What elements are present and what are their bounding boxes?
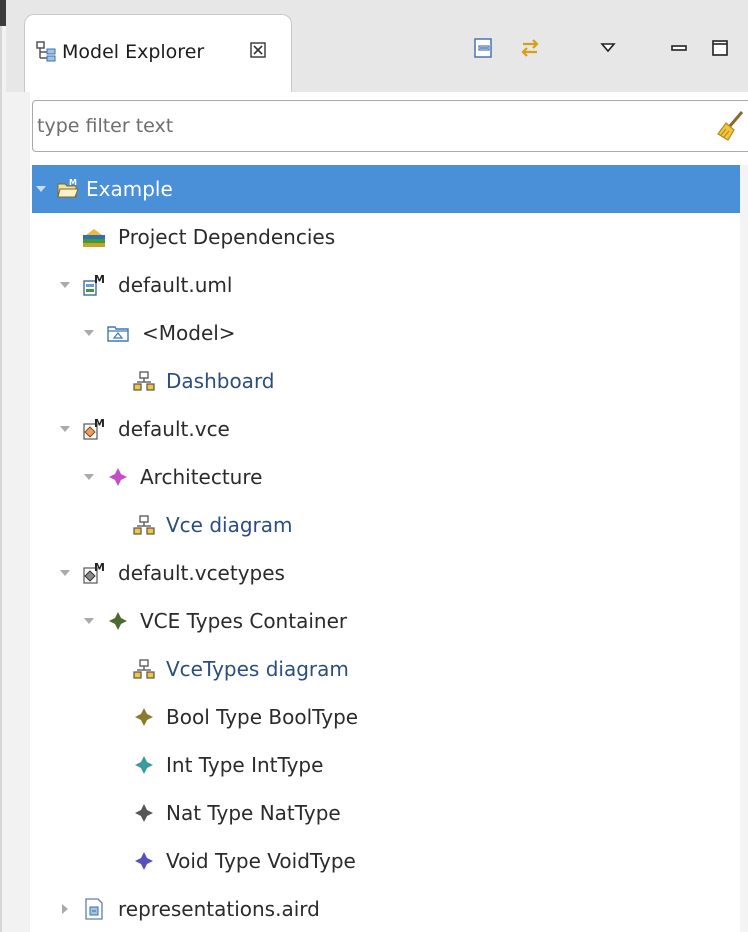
aird-file-icon <box>85 898 103 920</box>
library-icon <box>83 229 105 247</box>
tree-label: Void Type VoidType <box>166 849 356 873</box>
maximize-button[interactable] <box>706 34 734 62</box>
collapse-all-button[interactable] <box>470 34 498 62</box>
tree-row-default-uml[interactable]: M default.uml <box>32 261 748 309</box>
expanded-arrow-icon[interactable] <box>58 278 72 292</box>
tree-row-model[interactable]: <Model> <box>32 309 748 357</box>
diagram-icon <box>133 371 155 391</box>
collapse-all-icon <box>474 38 492 58</box>
project-folder-icon: M <box>57 178 79 198</box>
tree-label: Dashboard <box>166 369 275 393</box>
svg-text:M: M <box>94 273 105 286</box>
expanded-arrow-icon[interactable] <box>82 614 96 628</box>
maximize-icon <box>712 40 728 56</box>
tree-row-example[interactable]: M Example <box>32 165 748 213</box>
vcetypes-model-file-icon: M <box>83 561 105 584</box>
tree-label: VCE Types Container <box>140 609 348 633</box>
architecture-element-icon <box>109 468 127 486</box>
filter-input[interactable] <box>37 105 697 147</box>
nat-type-icon <box>135 804 153 822</box>
tree-label: representations.aird <box>118 897 320 921</box>
tree-row-default-vce[interactable]: M default.vce <box>32 405 748 453</box>
tree-row-nat-type[interactable]: Nat Type NatType <box>32 789 748 837</box>
void-type-icon <box>135 852 153 870</box>
left-border <box>0 26 2 932</box>
tree-row-bool-type[interactable]: Bool Type BoolType <box>32 693 748 741</box>
tree-label: Nat Type NatType <box>166 801 341 825</box>
broom-icon <box>717 111 744 141</box>
tree-row-architecture[interactable]: Architecture <box>32 453 748 501</box>
tree-label: Architecture <box>140 465 263 489</box>
diagram-icon <box>133 659 155 679</box>
svg-text:M: M <box>94 417 105 430</box>
svg-text:M: M <box>69 178 77 187</box>
tree-row-void-type[interactable]: Void Type VoidType <box>32 837 748 885</box>
tree-label: <Model> <box>142 321 236 345</box>
tree-row-default-vcetypes[interactable]: M default.vcetypes <box>32 549 748 597</box>
tree-label: default.uml <box>118 273 233 297</box>
view-menu-button[interactable] <box>594 34 622 62</box>
link-with-editor-icon <box>521 39 539 57</box>
tree-label: default.vce <box>118 417 230 441</box>
view-menu-icon <box>600 43 616 53</box>
tree-row-vce-types-container[interactable]: VCE Types Container <box>32 597 748 645</box>
clear-filter-button[interactable] <box>712 108 748 144</box>
tree-label: default.vcetypes <box>118 561 285 585</box>
model-explorer-window: Model Explorer type filter text M Exampl… <box>0 0 748 932</box>
tree-label: VceTypes diagram <box>166 657 349 681</box>
expanded-arrow-icon[interactable] <box>82 470 96 484</box>
expanded-arrow-icon[interactable] <box>34 182 48 196</box>
filter-field <box>32 100 748 152</box>
expanded-arrow-icon[interactable] <box>82 326 96 340</box>
vce-model-file-icon: M <box>83 417 105 440</box>
tree-label: Bool Type BoolType <box>166 705 359 729</box>
tree-label: Int Type IntType <box>166 753 324 777</box>
tree-row-representations-aird[interactable]: representations.aird <box>32 885 748 932</box>
svg-text:M: M <box>94 561 105 574</box>
collapsed-arrow-icon[interactable] <box>58 902 72 916</box>
int-type-icon <box>135 756 153 774</box>
tree-label: Project Dependencies <box>118 225 336 249</box>
uml-model-file-icon: M <box>83 273 105 296</box>
tree-row-vcetypes-diagram[interactable]: VceTypes diagram <box>32 645 748 693</box>
bool-type-icon <box>135 708 153 726</box>
package-icon <box>107 326 129 342</box>
model-tree: M Example Project Dependencies M default… <box>32 165 748 932</box>
types-container-icon <box>109 612 127 630</box>
tree-row-dashboard[interactable]: Dashboard <box>32 357 748 405</box>
tree-row-int-type[interactable]: Int Type IntType <box>32 741 748 789</box>
tree-row-vce-diagram[interactable]: Vce diagram <box>32 501 748 549</box>
link-with-editor-button[interactable] <box>516 34 544 62</box>
tree-label: Example <box>86 177 173 201</box>
vertical-scrollbar[interactable] <box>740 165 748 932</box>
tree-row-project-dependencies[interactable]: Project Dependencies <box>32 213 748 261</box>
tab-title: Model Explorer <box>62 41 205 63</box>
minimize-button[interactable] <box>665 34 693 62</box>
diagram-icon <box>133 515 155 535</box>
expanded-arrow-icon[interactable] <box>58 422 72 436</box>
minimize-icon <box>671 45 687 51</box>
expanded-arrow-icon[interactable] <box>58 566 72 580</box>
close-icon[interactable] <box>248 40 268 60</box>
tree-label: Vce diagram <box>166 513 293 537</box>
model-explorer-icon <box>36 41 56 62</box>
